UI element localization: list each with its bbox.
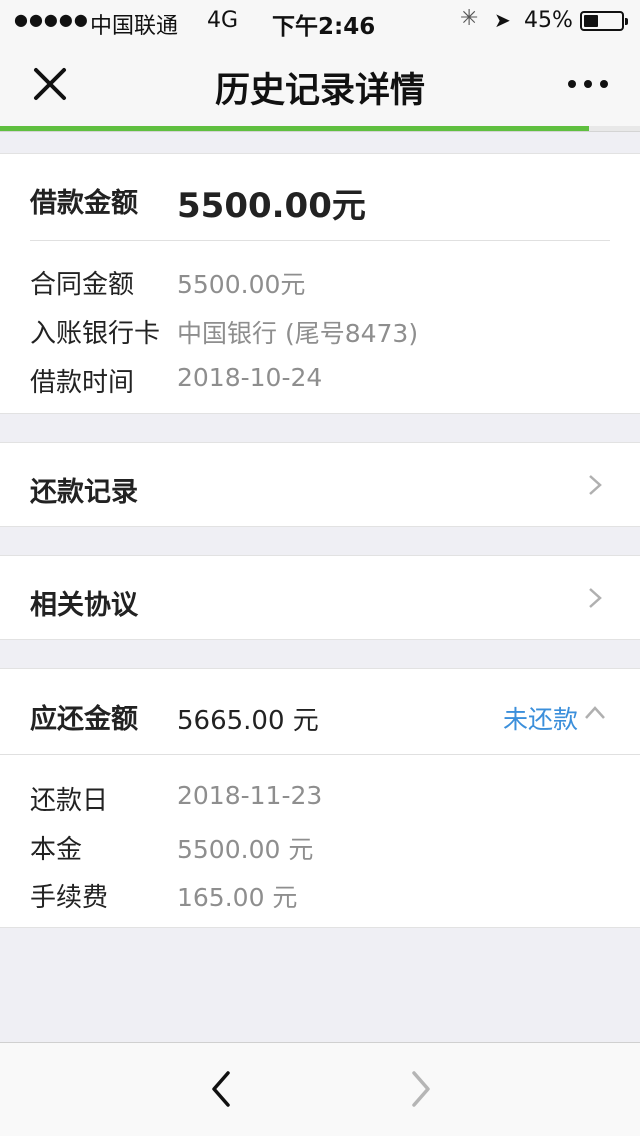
- contract-amount-value: 5500.00元: [177, 270, 306, 299]
- browser-bottom-bar: [0, 1042, 640, 1136]
- chevron-right-icon: [589, 475, 602, 495]
- chevron-right-icon: [589, 588, 602, 608]
- amount-due-value: 5665.00 元: [177, 706, 319, 736]
- signal-strength-icon: ●●●●●: [14, 10, 89, 29]
- loan-time-label: 借款时间: [30, 368, 135, 398]
- battery-percent: 45%: [524, 8, 573, 33]
- status-time: 下午2:46: [272, 14, 376, 40]
- amount-due-label: 应还金额: [30, 704, 138, 735]
- fee-label: 手续费: [30, 883, 109, 913]
- unpaid-status-toggle[interactable]: 未还款: [503, 700, 578, 736]
- loan-amount-label: 借款金额: [30, 188, 138, 219]
- loan-time-value: 2018-10-24: [177, 363, 323, 392]
- network-type: 4G: [207, 8, 239, 33]
- activity-spinner-icon: ✳: [460, 6, 479, 31]
- loan-divider: [30, 240, 610, 241]
- chevron-up-icon[interactable]: [584, 702, 606, 724]
- battery-icon: [580, 11, 628, 31]
- loan-amount-value: 5500.00元: [177, 186, 366, 226]
- battery-fill: [584, 15, 598, 27]
- fee-value: 165.00 元: [177, 883, 298, 912]
- loan-info-card: 借款金额 5500.00元 合同金额 5500.00元 入账银行卡 中国银行 (…: [0, 153, 640, 414]
- carrier-name: 中国联通: [90, 14, 179, 39]
- more-options-icon[interactable]: [566, 76, 610, 92]
- agreements-row[interactable]: 相关协议: [0, 555, 640, 640]
- forward-arrow-icon[interactable]: [400, 1069, 440, 1109]
- amount-due-card: 应还金额 5665.00 元 未还款 还款日 2018-11-23 本金 550…: [0, 668, 640, 928]
- principal-label: 本金: [30, 835, 83, 865]
- due-date-value: 2018-11-23: [177, 781, 323, 810]
- back-arrow-icon[interactable]: [202, 1069, 242, 1109]
- nav-divider: [0, 131, 640, 132]
- status-bar: ●●●●● 中国联通 4G 下午2:46 ✳ ➤ 45%: [0, 0, 640, 40]
- agreements-label: 相关协议: [30, 590, 138, 621]
- location-arrow-icon: ➤: [494, 8, 511, 32]
- repay-record-label: 还款记录: [30, 477, 138, 508]
- due-divider: [0, 754, 640, 755]
- due-date-label: 还款日: [30, 786, 109, 816]
- bank-card-label: 入账银行卡: [30, 319, 161, 349]
- repay-record-row[interactable]: 还款记录: [0, 442, 640, 527]
- contract-amount-label: 合同金额: [30, 270, 135, 300]
- nav-bar: 历史记录详情: [0, 40, 640, 128]
- bank-card-value: 中国银行 (尾号8473): [177, 319, 419, 348]
- principal-value: 5500.00 元: [177, 835, 314, 864]
- page-title: 历史记录详情: [214, 71, 425, 111]
